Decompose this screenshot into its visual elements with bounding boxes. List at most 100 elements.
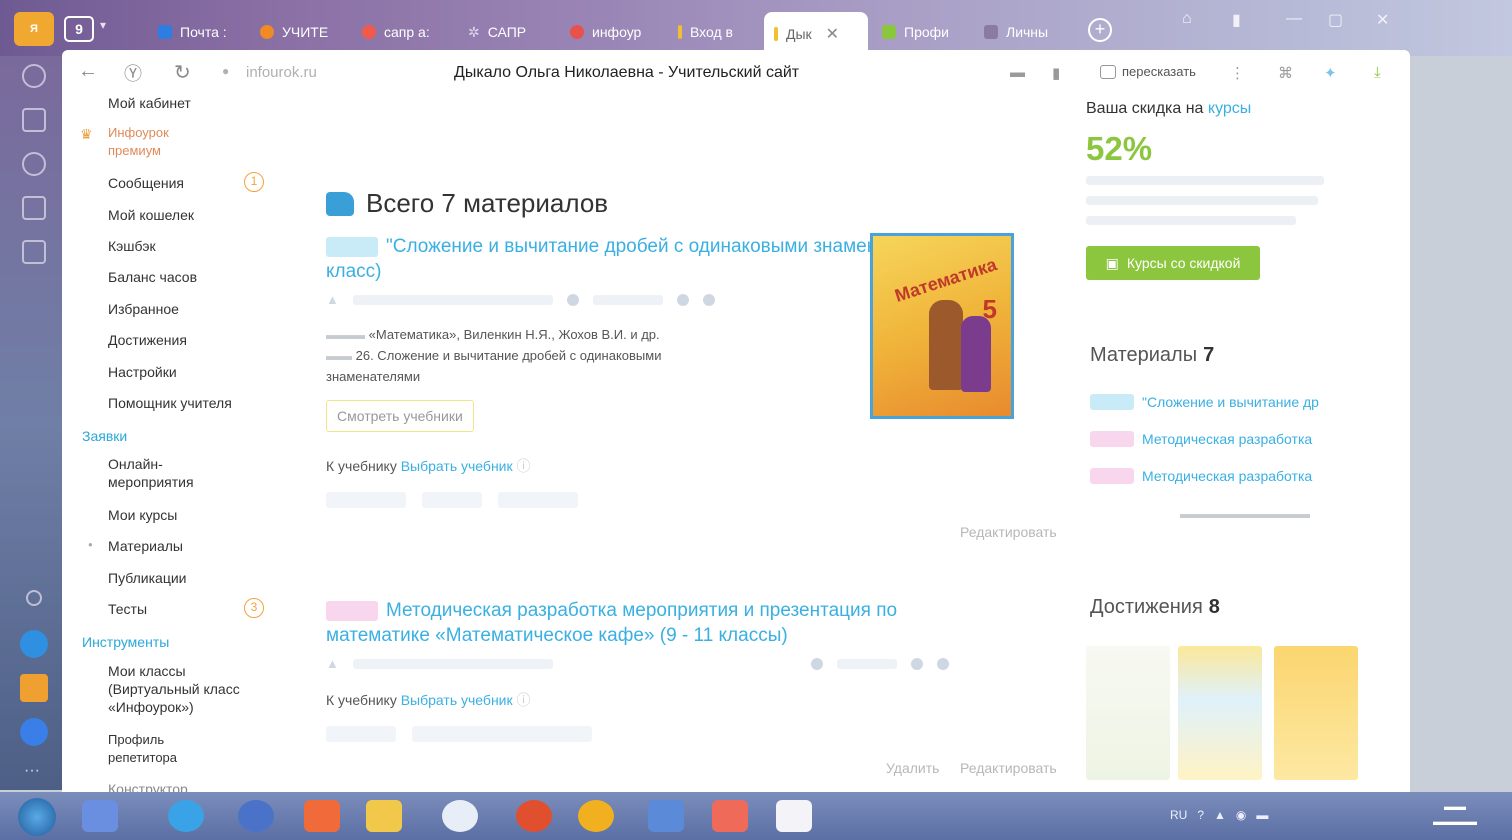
clock-app-icon[interactable] — [442, 800, 478, 832]
mail-app-icon[interactable] — [22, 196, 46, 220]
menu-item-favorites[interactable]: Избранное — [108, 300, 179, 318]
yandex-browser-icon[interactable] — [776, 800, 812, 832]
menu-item-tutor-profile[interactable]: Профиль репетитора — [108, 731, 208, 767]
taskbar-app-icon[interactable] — [648, 800, 684, 832]
help-icon[interactable]: ? — [1197, 808, 1204, 822]
download-icon[interactable]: ⤓ — [1374, 64, 1381, 81]
menu-icon[interactable]: — — [1286, 10, 1302, 28]
menu-item-hours[interactable]: Баланс часов — [108, 268, 197, 286]
more-vertical-icon[interactable]: ⋮ — [1230, 64, 1245, 82]
choose-textbook-link[interactable]: Выбрать учебник — [401, 458, 513, 474]
menu-item-messages[interactable]: Сообщения — [108, 174, 184, 192]
tab-teacher[interactable]: УЧИТЕ — [250, 14, 350, 50]
tab-infourok[interactable]: инфоур — [560, 14, 660, 50]
battery-icon[interactable]: ▬ — [1256, 808, 1268, 822]
tab-sapr-search[interactable]: сапр а: — [352, 14, 452, 50]
tab-counter[interactable]: 9 — [64, 16, 94, 42]
menu-item-materials[interactable]: Материалы — [108, 537, 183, 555]
menu-item-assistant[interactable]: Помощник учителя — [108, 394, 232, 412]
material-title-link[interactable]: Методическая разработка мероприятия и пр… — [326, 598, 986, 648]
taskbar-app-icon[interactable] — [82, 800, 118, 832]
menu-item-cashback[interactable]: Кэшбэк — [108, 237, 156, 255]
gift-icon[interactable]: ⌘ — [1278, 64, 1293, 82]
menu-item-courses[interactable]: Мои курсы — [108, 506, 177, 524]
extensions-icon[interactable]: ⌂ — [1182, 10, 1192, 28]
more-icon[interactable]: ··· — [24, 762, 40, 780]
explorer-icon[interactable] — [366, 800, 402, 832]
maximize-icon[interactable]: ▢ — [1328, 10, 1343, 30]
tag-chip[interactable] — [412, 726, 592, 742]
menu-item-premium[interactable]: Инфоурок премиум — [108, 124, 188, 160]
url-field[interactable]: infourok.ru — [246, 64, 317, 81]
tab-profile[interactable]: Профи — [872, 14, 970, 50]
ie-icon[interactable] — [168, 800, 204, 832]
network-icon[interactable]: ▲ — [1214, 808, 1226, 822]
chevron-down-icon[interactable]: ▾ — [100, 18, 106, 32]
certificate-image[interactable] — [1274, 646, 1358, 780]
taskbar-clock[interactable]: ▬▬ ▬▬▬▬ — [1420, 800, 1490, 830]
menu-item-settings[interactable]: Настройки — [108, 363, 177, 381]
language-icon[interactable]: RU — [1170, 808, 1187, 822]
yandex-icon[interactable]: Ⓨ — [124, 60, 142, 86]
menu-item-tests[interactable]: Тесты — [108, 600, 147, 618]
delete-link[interactable]: Удалить — [886, 760, 939, 776]
reader-icon[interactable]: ▬ — [1010, 64, 1025, 81]
back-icon[interactable]: ← — [78, 60, 98, 83]
tag-chip[interactable] — [326, 726, 396, 742]
telegram-icon[interactable] — [20, 630, 48, 658]
tag-chip[interactable] — [326, 492, 406, 508]
discount-courses-link[interactable]: курсы — [1208, 100, 1251, 117]
history-icon[interactable] — [22, 64, 46, 88]
menu-item-publications[interactable]: Публикации — [108, 569, 186, 587]
retell-button[interactable]: пересказать — [1100, 64, 1196, 79]
close-icon[interactable]: ✕ — [826, 24, 839, 44]
to-textbook-row: К учебнику Выбрать учебник ⓘ — [326, 456, 531, 476]
edit-link[interactable]: Редактировать — [960, 524, 1057, 540]
material-link[interactable]: Методическая разработка — [1090, 468, 1312, 484]
media-icon[interactable] — [304, 800, 340, 832]
menu-item-classes[interactable]: Мои классы (Виртуальный класс «Инфоурок»… — [108, 662, 258, 716]
certificate-image[interactable] — [1086, 646, 1170, 780]
menu-item-events[interactable]: Онлайн-мероприятия — [108, 455, 228, 491]
material-link[interactable]: "Сложение и вычитание др — [1090, 394, 1319, 410]
tab-sapr[interactable]: ✲ САПР — [458, 14, 558, 50]
tab-mail[interactable]: Почта : — [148, 14, 248, 50]
windows-start-icon[interactable] — [18, 798, 56, 836]
tab-label: Вход в — [690, 24, 733, 40]
menu-item-cabinet[interactable]: Мой кабинет — [108, 94, 191, 112]
material-link[interactable]: Методическая разработка — [1090, 431, 1312, 447]
edit-link[interactable]: Редактировать — [960, 760, 1057, 776]
view-all-materials-link[interactable]: ▬▬▬▬▬▬▬▬▬▬ — [1180, 506, 1310, 521]
menu-item-wallet[interactable]: Мой кошелек — [108, 206, 194, 224]
yandex-icon[interactable] — [712, 800, 748, 832]
chrome-icon[interactable] — [578, 800, 614, 832]
notifications-icon[interactable]: ▮ — [1232, 10, 1241, 30]
choose-textbook-link[interactable]: Выбрать учебник — [401, 692, 513, 708]
yandex-browser-logo-icon[interactable]: Я — [14, 12, 54, 46]
certificate-image[interactable] — [1178, 646, 1262, 780]
menu-item-achievements[interactable]: Достижения — [108, 331, 187, 349]
bookmark-icon[interactable]: ▮ — [1052, 64, 1060, 82]
reload-icon[interactable]: ↻ — [174, 60, 191, 85]
new-tab-button[interactable]: + — [1088, 18, 1112, 42]
extension-icon[interactable]: ✦ — [1324, 64, 1337, 82]
tag-chip[interactable] — [498, 492, 578, 508]
alice-icon[interactable] — [26, 590, 42, 606]
taskbar-app-icon[interactable] — [516, 800, 552, 832]
collections-icon[interactable] — [22, 108, 46, 132]
browser-sidebar: ··· — [0, 56, 62, 790]
volume-icon[interactable]: ◉ — [1236, 808, 1246, 822]
tab-login[interactable]: Вход в — [668, 14, 760, 50]
cloud-icon[interactable] — [20, 718, 48, 746]
mail-app-icon[interactable] — [20, 674, 48, 702]
zen-icon[interactable] — [22, 152, 46, 176]
textbook-cover-image[interactable]: Математика 5 — [870, 233, 1014, 419]
discount-courses-button[interactable]: ▣ Курсы со скидкой — [1086, 246, 1260, 280]
close-window-icon[interactable]: ✕ — [1376, 10, 1389, 30]
tab-personal[interactable]: Личны — [974, 14, 1070, 50]
downloads-icon[interactable] — [22, 240, 46, 264]
tag-chip[interactable] — [422, 492, 482, 508]
view-textbooks-button[interactable]: Смотреть учебники — [326, 400, 474, 432]
discount-button-label: Курсы со скидкой — [1126, 255, 1241, 271]
taskbar-app-icon[interactable] — [238, 800, 274, 832]
